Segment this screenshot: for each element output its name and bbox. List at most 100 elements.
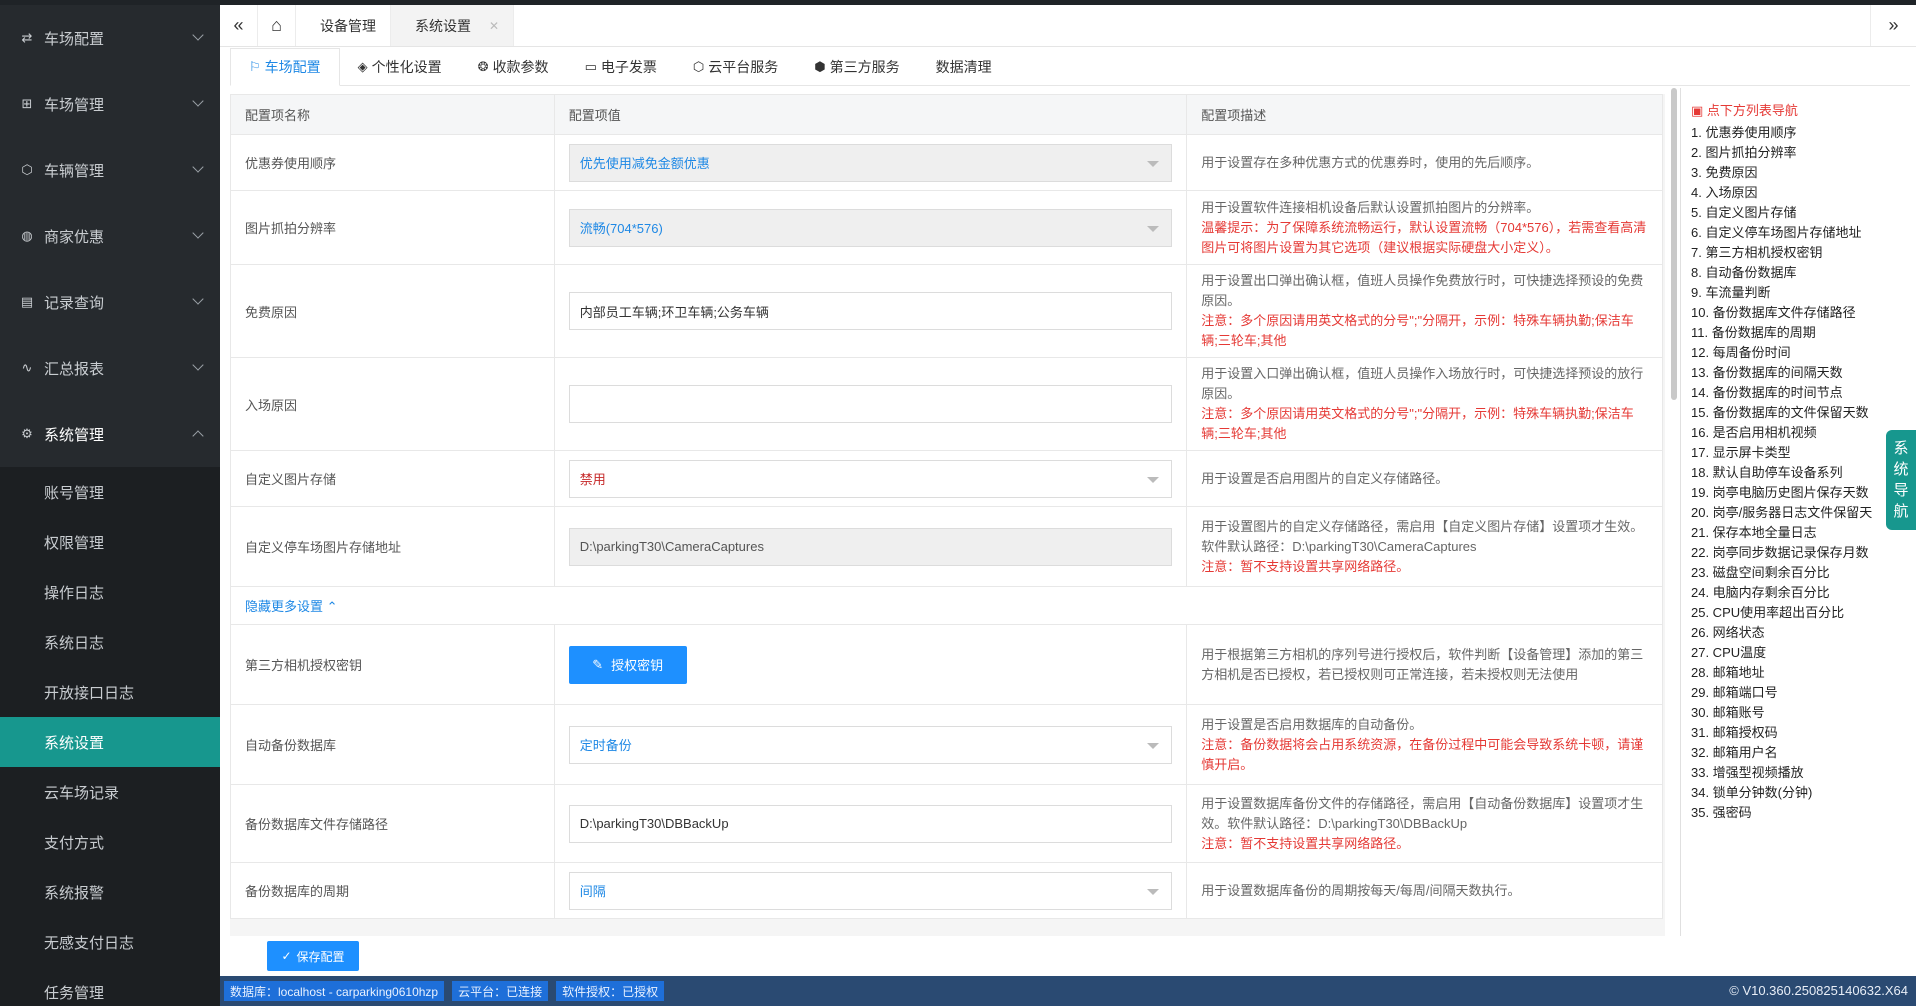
chevron-down-icon: [192, 161, 204, 173]
system-nav-toggle[interactable]: 系 统 导 航: [1886, 430, 1916, 530]
home-icon[interactable]: ⌂: [258, 5, 296, 46]
sidebar-group-label: 汇总报表: [44, 360, 105, 378]
content-scrollbar[interactable]: [1671, 88, 1677, 400]
right-nav-item[interactable]: 10. 备份数据库文件存储路径: [1681, 303, 1916, 323]
subtab-payment-params[interactable]: ❂ 收款参数: [460, 48, 567, 85]
button-label: 授权密钥: [611, 658, 664, 673]
config-warning: 温馨提示：为了保障系统流畅运行，默认设置流畅（704*576），若需查看高清图片…: [1201, 219, 1647, 255]
right-nav-item[interactable]: 11. 备份数据库的周期: [1681, 323, 1916, 343]
right-nav-item[interactable]: 19. 岗亭电脑历史图片保存天数: [1681, 483, 1916, 503]
right-nav-item[interactable]: 34. 锁单分钟数(分钟): [1681, 783, 1916, 803]
sidebar-item-permissions[interactable]: 权限管理: [0, 517, 220, 567]
right-nav-item[interactable]: 18. 默认自助停车设备系列: [1681, 463, 1916, 483]
right-nav-item[interactable]: 31. 邮箱授权码: [1681, 723, 1916, 743]
dropdown-arrow-icon: [1147, 160, 1160, 167]
chevron-down-icon: [192, 95, 204, 107]
right-nav-item[interactable]: 29. 邮箱端口号: [1681, 683, 1916, 703]
right-nav-item[interactable]: 24. 电脑内存剩余百分比: [1681, 583, 1916, 603]
right-nav-item[interactable]: 33. 增强型视频播放: [1681, 763, 1916, 783]
auth-key-button[interactable]: ✎ 授权密钥: [568, 645, 687, 684]
select-value: 间隔: [579, 884, 606, 899]
sidebar-item-cloud-records[interactable]: 云车场记录: [0, 767, 220, 817]
right-nav-item[interactable]: 1. 优惠券使用顺序: [1681, 123, 1916, 143]
sidebar-group-vehicle[interactable]: ⬡ 车辆管理: [0, 137, 220, 203]
sidebar-item-accounts[interactable]: 账号管理: [0, 467, 220, 517]
right-nav-item[interactable]: 27. CPU温度: [1681, 643, 1916, 663]
auto-backup-select[interactable]: 定时备份: [568, 725, 1173, 764]
subtab-cloud-service[interactable]: ⬡ 云平台服务: [675, 48, 796, 85]
collapse-sidebar-icon[interactable]: «: [220, 5, 258, 46]
right-nav-item[interactable]: 3. 免费原因: [1681, 163, 1916, 183]
swap-icon: ⇄: [21, 30, 33, 45]
pulse-icon: ∿: [21, 360, 33, 375]
subtab-label: 第三方服务: [829, 58, 900, 75]
right-nav-item[interactable]: 4. 入场原因: [1681, 183, 1916, 203]
right-nav-item[interactable]: 7. 第三方相机授权密钥: [1681, 243, 1916, 263]
sidebar-group-parking-config[interactable]: ⇄ 车场配置: [0, 5, 220, 71]
backup-cycle-select[interactable]: 间隔: [568, 871, 1173, 910]
sidebar-item-tasks[interactable]: 任务管理: [0, 967, 220, 1006]
config-desc: 用于设置软件连接相机设备后默认设置抓拍图片的分辨率。: [1201, 199, 1540, 215]
sidebar-group-records[interactable]: ▤ 记录查询: [0, 269, 220, 335]
sidebar-group-system[interactable]: ⚙ 系统管理: [0, 401, 220, 467]
right-nav-item[interactable]: 17. 显示屏卡类型: [1681, 443, 1916, 463]
resolution-select[interactable]: 流畅(704*576): [568, 208, 1173, 247]
right-nav-item[interactable]: 6. 自定义停车场图片存储地址: [1681, 223, 1916, 243]
right-nav-item[interactable]: 8. 自动备份数据库: [1681, 263, 1916, 283]
right-nav-item[interactable]: 30. 邮箱账号: [1681, 703, 1916, 723]
sidebar-group-parking-manage[interactable]: ⊞ 车场管理: [0, 71, 220, 137]
subtab-personalization[interactable]: ◈ 个性化设置: [340, 48, 460, 85]
right-nav-item[interactable]: 25. CPU使用率超出百分比: [1681, 603, 1916, 623]
right-nav-item[interactable]: 20. 岗亭/服务器日志文件保留天: [1681, 503, 1916, 523]
right-nav-item[interactable]: 26. 网络状态: [1681, 623, 1916, 643]
right-nav-item[interactable]: 22. 岗亭同步数据记录保存月数: [1681, 543, 1916, 563]
sidebar-group-merchant[interactable]: ◍ 商家优惠: [0, 203, 220, 269]
custom-storage-select[interactable]: 禁用: [568, 459, 1173, 498]
right-nav-item[interactable]: 2. 图片抓拍分辨率: [1681, 143, 1916, 163]
config-name: 图片抓拍分辨率: [230, 190, 555, 265]
right-nav-item[interactable]: 35. 强密码: [1681, 803, 1916, 823]
right-nav-item[interactable]: 32. 邮箱用户名: [1681, 743, 1916, 763]
sidebar-item-operation-log[interactable]: 操作日志: [0, 567, 220, 617]
sidebar-item-payment-methods[interactable]: 支付方式: [0, 817, 220, 867]
sidebar-item-seamless-pay-log[interactable]: 无感支付日志: [0, 917, 220, 967]
coupon-order-select[interactable]: 优先使用减免金额优惠: [568, 143, 1173, 182]
sidebar-item-system-settings[interactable]: 系统设置: [0, 717, 220, 767]
chevron-up-icon: [192, 430, 204, 442]
close-icon[interactable]: ✕: [489, 19, 499, 33]
right-nav-item[interactable]: 23. 磁盘空间剩余百分比: [1681, 563, 1916, 583]
subtab-third-party[interactable]: ⬢ 第三方服务: [796, 48, 917, 85]
backup-path-input[interactable]: D:\parkingT30\DBBackUp: [568, 804, 1173, 843]
right-nav-item[interactable]: 28. 邮箱地址: [1681, 663, 1916, 683]
tab-system-settings[interactable]: 系统设置 ✕: [391, 5, 515, 46]
invoice-icon: ▭: [584, 58, 597, 74]
subtab-data-cleanup[interactable]: 数据清理: [918, 48, 1010, 85]
sidebar-item-api-log[interactable]: 开放接口日志: [0, 667, 220, 717]
right-nav-item[interactable]: 16. 是否启用相机视频: [1681, 423, 1916, 443]
subtab-e-invoice[interactable]: ▭ 电子发票: [567, 48, 675, 85]
right-nav-item[interactable]: 13. 备份数据库的间隔天数: [1681, 363, 1916, 383]
right-nav-item[interactable]: 12. 每周备份时间: [1681, 343, 1916, 363]
dropdown-arrow-icon: [1147, 225, 1160, 232]
sidebar-item-system-log[interactable]: 系统日志: [0, 617, 220, 667]
tab-device-management[interactable]: 设备管理: [296, 5, 391, 46]
third-party-cube-icon: ⬢: [814, 58, 826, 74]
right-nav-item[interactable]: 5. 自定义图片存储: [1681, 203, 1916, 223]
save-config-button[interactable]: ✓ 保存配置: [267, 941, 359, 971]
right-nav-item[interactable]: 14. 备份数据库的时间节点: [1681, 383, 1916, 403]
scroll-tabs-right-icon[interactable]: »: [1870, 5, 1916, 46]
toggle-more-settings-link[interactable]: 隐藏更多设置 ⌃: [245, 599, 338, 614]
right-nav-item[interactable]: 15. 备份数据库的文件保留天数: [1681, 403, 1916, 423]
right-nav-item[interactable]: 9. 车流量判断: [1681, 283, 1916, 303]
float-label-char: 统: [1893, 461, 1909, 478]
config-desc: 用于设置存在多种优惠方式的优惠券时，使用的先后顺序。: [1201, 154, 1540, 170]
subtab-parking-config[interactable]: ⚐ 车场配置: [230, 48, 340, 86]
sidebar-group-reports[interactable]: ∿ 汇总报表: [0, 335, 220, 401]
sidebar-item-system-alarm[interactable]: 系统报警: [0, 867, 220, 917]
storage-path-input[interactable]: D:\parkingT30\CameraCaptures: [568, 527, 1173, 566]
right-nav-item[interactable]: 21. 保存本地全量日志: [1681, 523, 1916, 543]
subtab-label: 电子发票: [600, 58, 657, 75]
button-label: 保存配置: [296, 949, 345, 964]
entry-reason-input[interactable]: [568, 385, 1173, 423]
free-reason-input[interactable]: 内部员工车辆;环卫车辆;公务车辆: [568, 292, 1173, 330]
